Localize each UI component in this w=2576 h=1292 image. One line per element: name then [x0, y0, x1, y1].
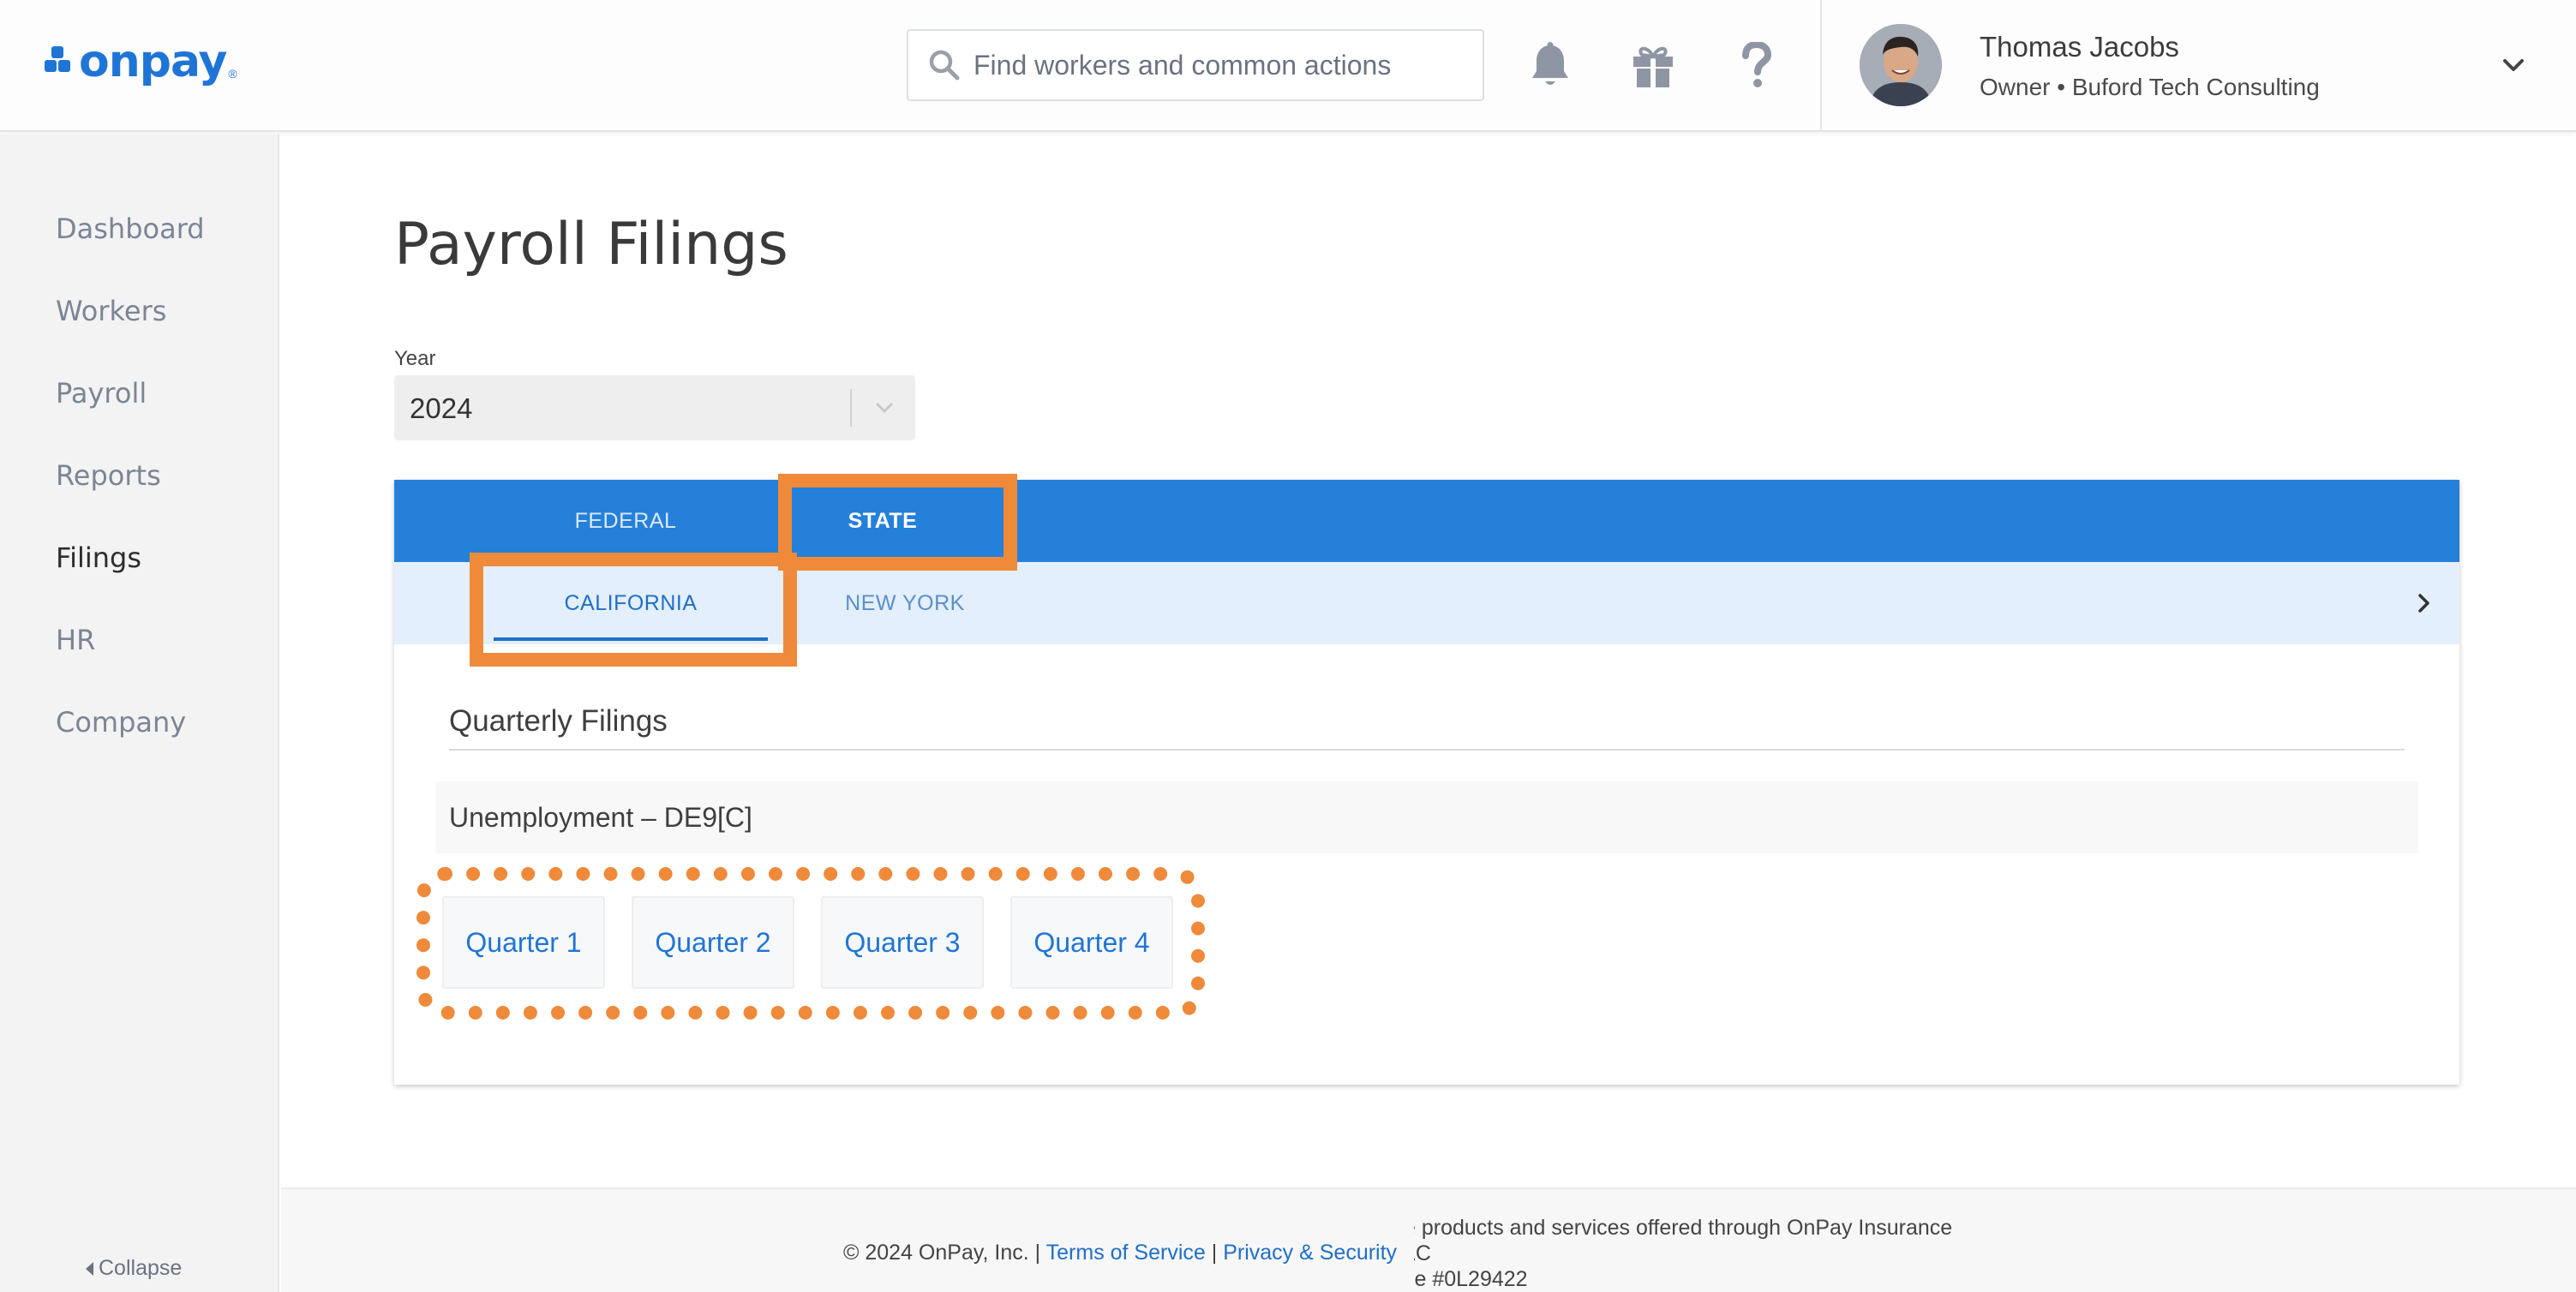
user-name: Thomas Jacobs [1980, 31, 2179, 63]
insurance-line: se #0L29422 [1414, 1267, 1528, 1290]
quarters-highlight [416, 867, 1205, 1020]
page-title: Payroll Filings [394, 211, 788, 278]
california-tab-highlight [470, 553, 797, 667]
logo-trademark: ® [228, 67, 237, 81]
sidebar-item-dashboard[interactable]: Dashboard [56, 212, 205, 245]
gift-icon [1633, 46, 1673, 87]
subtab-new-york[interactable]: NEW YORK [768, 562, 1042, 644]
insurance-line: LC [1414, 1241, 1431, 1265]
footer-separator: | [1211, 1241, 1218, 1265]
avatar[interactable] [1860, 24, 1942, 106]
search-icon [929, 50, 960, 81]
top-header: onpay ® Find workers and common actions … [0, 0, 2576, 132]
onpay-logo[interactable]: onpay ® [45, 39, 237, 84]
copyright-text: © 2024 OnPay, Inc. [843, 1241, 1029, 1265]
gifts-button[interactable] [1628, 39, 1678, 93]
notifications-button[interactable] [1525, 39, 1575, 93]
sidebar-item-filings[interactable]: Filings [56, 541, 141, 574]
insurance-line: e products and services offered through … [1414, 1216, 1953, 1240]
bell-icon [1532, 42, 1568, 85]
logo-mark-icon [45, 45, 75, 79]
sidebar-item-reports[interactable]: Reports [56, 459, 161, 492]
search-box[interactable] [907, 29, 1484, 101]
user-role: Owner • Buford Tech Consulting [1980, 74, 2320, 100]
filing-form-row: Unemployment – DE9[C] [435, 781, 2418, 853]
year-value: 2024 [410, 392, 473, 424]
search-input[interactable] [973, 49, 1471, 81]
year-select[interactable]: 2024 [394, 375, 915, 440]
collapse-label: Collapse [99, 1256, 183, 1280]
sidebar-item-payroll[interactable]: Payroll [56, 377, 147, 410]
privacy-security-link[interactable]: Privacy & Security [1223, 1241, 1397, 1265]
help-button[interactable] [1731, 39, 1781, 93]
tab-federal[interactable]: FEDERAL [540, 480, 711, 562]
footer: © 2024 OnPay, Inc. | Terms of Service | … [281, 1187, 2576, 1292]
chevron-down-icon [876, 403, 893, 413]
logo-text: onpay [79, 36, 227, 87]
footer-links: © 2024 OnPay, Inc. | Terms of Service | … [843, 1241, 1397, 1265]
jurisdiction-tabs: FEDERAL STATE [394, 480, 2459, 562]
user-photo-icon [1860, 24, 1942, 106]
collapse-sidebar-button[interactable]: Collapse [86, 1256, 182, 1281]
filing-form-title: Unemployment – DE9[C] [449, 802, 752, 833]
footer-separator: | [1034, 1241, 1041, 1265]
state-tab-highlight [778, 474, 1017, 571]
terms-of-service-link[interactable]: Terms of Service [1046, 1241, 1206, 1265]
sidebar-item-workers[interactable]: Workers [56, 295, 166, 327]
caret-left-icon [86, 1261, 93, 1276]
chevron-down-icon[interactable] [2497, 50, 2530, 82]
select-separator [850, 389, 852, 427]
chevron-right-icon[interactable] [2410, 589, 2437, 617]
insurance-disclosure: e products and services offered through … [1414, 1215, 2185, 1290]
section-divider [449, 749, 2405, 751]
sidebar-item-hr[interactable]: HR [56, 624, 95, 656]
header-divider [1820, 0, 1822, 132]
sidebar-item-company[interactable]: Company [56, 706, 186, 739]
section-title: Quarterly Filings [449, 704, 668, 738]
year-label: Year [394, 347, 436, 370]
question-mark-icon [1742, 42, 1772, 87]
